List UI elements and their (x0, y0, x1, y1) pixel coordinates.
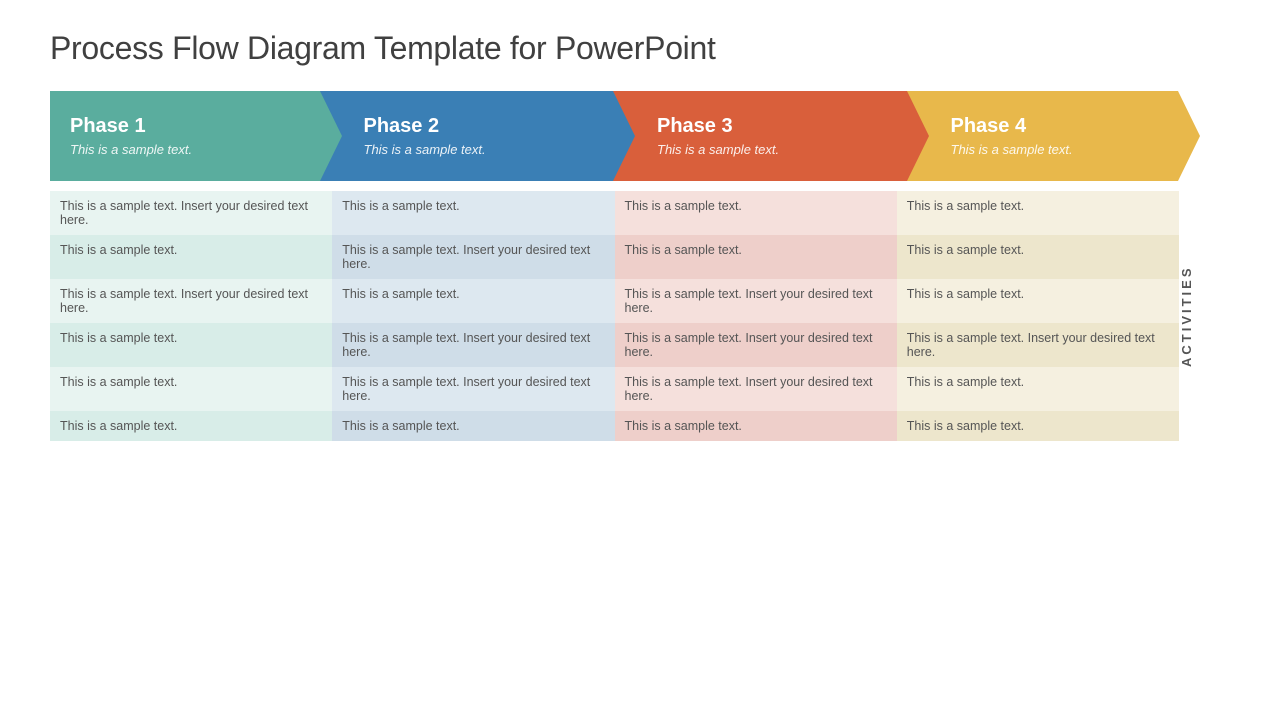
cell-r5-c3: This is a sample text. (897, 411, 1179, 441)
phase-4-title: Phase 4 (951, 115, 1171, 138)
phase-4-arrow: Phase 4 This is a sample text. (907, 91, 1201, 181)
cell-r2-c0: This is a sample text. Insert your desir… (50, 279, 332, 323)
phase-2-subtitle: This is a sample text. (364, 142, 584, 157)
table-row: This is a sample text.This is a sample t… (50, 411, 1179, 441)
phase-4-subtitle: This is a sample text. (951, 142, 1171, 157)
cell-r3-c1: This is a sample text. Insert your desir… (332, 323, 614, 367)
cell-r0-c2: This is a sample text. (615, 191, 897, 235)
phase-3-subtitle: This is a sample text. (657, 142, 877, 157)
cell-r4-c1: This is a sample text. Insert your desir… (332, 367, 614, 411)
page-title: Process Flow Diagram Template for PowerP… (50, 30, 1230, 67)
phase-3-arrow: Phase 3 This is a sample text. (613, 91, 907, 181)
cell-r1-c3: This is a sample text. (897, 235, 1179, 279)
table-row: This is a sample text.This is a sample t… (50, 235, 1179, 279)
cell-r4-c0: This is a sample text. (50, 367, 332, 411)
activities-table-container: This is a sample text. Insert your desir… (50, 191, 1200, 441)
activities-label: ACTIVITIES (1179, 191, 1200, 441)
table-row: This is a sample text.This is a sample t… (50, 323, 1179, 367)
cell-r3-c0: This is a sample text. (50, 323, 332, 367)
cell-r5-c1: This is a sample text. (332, 411, 614, 441)
phase-1-subtitle: This is a sample text. (70, 142, 290, 157)
cell-r3-c3: This is a sample text. Insert your desir… (897, 323, 1179, 367)
cell-r0-c3: This is a sample text. (897, 191, 1179, 235)
cell-r4-c3: This is a sample text. (897, 367, 1179, 411)
cell-r1-c0: This is a sample text. (50, 235, 332, 279)
cell-r5-c0: This is a sample text. (50, 411, 332, 441)
cell-r0-c0: This is a sample text. Insert your desir… (50, 191, 332, 235)
phase-1-title: Phase 1 (70, 115, 290, 138)
cell-r2-c2: This is a sample text. Insert your desir… (615, 279, 897, 323)
phase-2-arrow: Phase 2 This is a sample text. (320, 91, 614, 181)
table-row: This is a sample text. Insert your desir… (50, 279, 1179, 323)
table-row: This is a sample text. Insert your desir… (50, 191, 1179, 235)
phase-2-title: Phase 2 (364, 115, 584, 138)
activities-table: This is a sample text. Insert your desir… (50, 191, 1179, 441)
table-row: This is a sample text.This is a sample t… (50, 367, 1179, 411)
phase-3-title: Phase 3 (657, 115, 877, 138)
cell-r1-c1: This is a sample text. Insert your desir… (332, 235, 614, 279)
phase-1-arrow: Phase 1 This is a sample text. (50, 91, 320, 181)
cell-r0-c1: This is a sample text. (332, 191, 614, 235)
cell-r2-c1: This is a sample text. (332, 279, 614, 323)
phase-header-row: Phase 1 This is a sample text. Phase 2 T… (50, 91, 1200, 181)
page-container: Process Flow Diagram Template for PowerP… (0, 0, 1280, 720)
cell-r5-c2: This is a sample text. (615, 411, 897, 441)
cell-r2-c3: This is a sample text. (897, 279, 1179, 323)
cell-r3-c2: This is a sample text. Insert your desir… (615, 323, 897, 367)
cell-r1-c2: This is a sample text. (615, 235, 897, 279)
cell-r4-c2: This is a sample text. Insert your desir… (615, 367, 897, 411)
